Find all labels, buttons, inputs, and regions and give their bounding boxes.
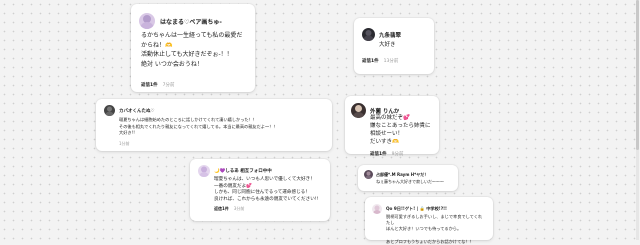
reply-count[interactable]: 返信1件 <box>141 82 158 88</box>
card-footer: 1分前 <box>119 141 324 147</box>
avatar[interactable] <box>364 170 373 179</box>
card-footer: 返信1件 9分前 <box>370 151 433 157</box>
message-card-kujo: 九条翡翠 大好き 返信1件 13分前 <box>354 18 434 74</box>
author-name[interactable]: カバオくんたぬ♡ <box>119 108 155 114</box>
message-body: 瑠夏ちゃんは、いつも人思いで優しくて大好き！ 一番の親友だよ💕 しかも、同じ同胞… <box>214 177 319 202</box>
avatar-photo-icon <box>365 171 372 179</box>
avatar[interactable] <box>104 105 115 116</box>
avatar[interactable] <box>198 165 210 177</box>
avatar[interactable] <box>139 13 155 29</box>
message-body: 脱柄可愛すぎるしお手いし、まじで幸良でしてくれたし ほんと大好き！いつでも待って… <box>386 214 483 244</box>
author-name[interactable]: はなまる♡ペア画ちゅ- <box>160 17 222 26</box>
author-name[interactable]: 九条翡翠 <box>379 31 401 39</box>
card-header: Qo 9日!!ゲト! | 🔒 中学校!?!! <box>372 204 486 214</box>
avatar-photo-icon <box>352 105 365 118</box>
message-body: 大好き <box>379 42 396 48</box>
card-footer: 返信1件 13分前 <box>362 58 426 64</box>
avatar-illustration-icon <box>199 166 209 177</box>
message-body: 最高の妹だぞ💕 嫌なことあったら姉貴に相談せーい！ だいすき🫶 <box>370 115 431 145</box>
reply-count[interactable]: 返信1件 <box>214 206 229 212</box>
card-footer: 返信1件 3分前 <box>214 206 322 212</box>
author-name[interactable]: Qo 9日!!ゲト! | 🔒 中学校!?!! <box>386 206 447 212</box>
card-header: 九条翡翠 <box>362 28 426 41</box>
scrollbar-thumb[interactable] <box>636 0 639 150</box>
message-card-qo: Qo 9日!!ゲト! | 🔒 中学校!?!! 脱柄可愛すぎるしお手いし、まじで幸… <box>365 197 493 244</box>
author-name[interactable]: 🌙💜しるあ 相互フォロ中中 <box>214 168 272 174</box>
avatar[interactable] <box>362 28 375 41</box>
timestamp: 9分前 <box>391 152 404 157</box>
timestamp: 1分前 <box>119 140 130 146</box>
message-body: 瑠夏ちゃんは細胞始めたのところに話しかけてくれて凄い嬉しかった！！ その後も相丸… <box>119 117 278 135</box>
timestamp: 3分前 <box>233 206 245 212</box>
message-body: るかちゃんは一生経っても私の最愛だからね！🫶 活動休止しても大好きだぞぉ-！！ … <box>141 32 243 68</box>
avatar-illustration-icon <box>373 205 381 214</box>
card-header: 🌙💜しるあ 相互フォロ中中 <box>198 165 322 177</box>
avatar[interactable] <box>372 204 382 214</box>
reply-count[interactable]: 返信1件 <box>362 58 379 64</box>
message-card-urabe: 占部優*.M Raym H*ヤだ！ ねぇ藤ちゃん大好きで寂しいだ〜〜〜 <box>358 165 458 191</box>
message-card-kabao: カバオくんたぬ♡ 瑠夏ちゃんは細胞始めたのところに話しかけてくれて凄い嬉しかった… <box>96 99 332 151</box>
timestamp: 7分前 <box>162 83 175 88</box>
avatar-photo-icon <box>105 106 114 116</box>
message-card-hanamaru: はなまる♡ペア画ちゅ- るかちゃんは一生経っても私の最愛だからね！🫶 活動休止し… <box>131 4 255 92</box>
card-header: 占部優*.M Raym H*ヤだ！ <box>364 170 452 179</box>
author-name[interactable]: 占部優*.M Raym H*ヤだ！ <box>376 172 428 178</box>
card-footer: 返信1件 7分前 <box>141 82 247 88</box>
message-card-hokazono: 外薗 りんか 最高の妹だぞ💕 嫌なことあったら姉貴に相談せーい！ だいすき🫶 返… <box>345 96 439 157</box>
message-card-shirua: 🌙💜しるあ 相互フォロ中中 瑠夏ちゃんは、いつも人思いで優しくて大好き！ 一番の… <box>190 159 330 221</box>
message-body: ねぇ藤ちゃん大好きで寂しいだ〜〜〜 <box>376 179 444 184</box>
card-header: カバオくんたぬ♡ <box>104 105 324 116</box>
timestamp: 13分前 <box>383 59 399 64</box>
reply-count[interactable]: 返信1件 <box>370 151 387 157</box>
avatar[interactable] <box>351 103 366 118</box>
avatar-illustration-icon <box>140 15 154 29</box>
card-header: はなまる♡ペア画ちゅ- <box>139 13 247 29</box>
avatar-photo-icon <box>363 30 374 41</box>
